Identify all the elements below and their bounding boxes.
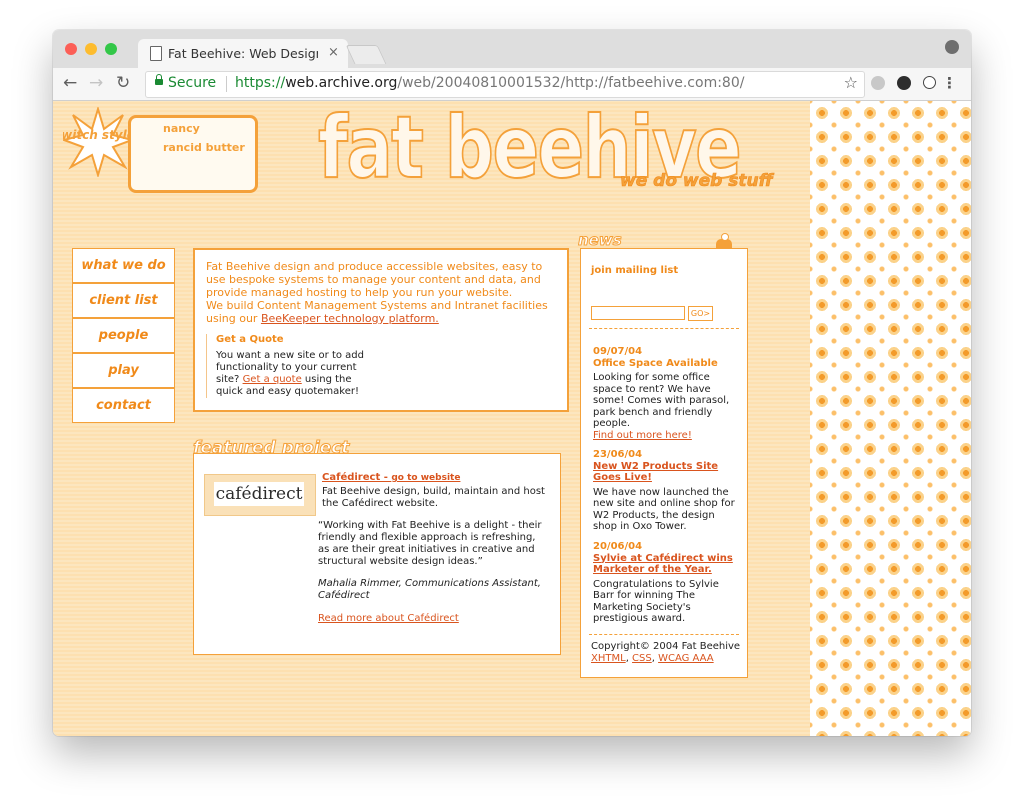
quote-block: Get a Quote You want a new site or to ad…	[206, 334, 376, 398]
news-headline-link[interactable]: New W2 Products Site Goes Live!	[593, 461, 739, 484]
style-option-rancid-butter[interactable]: rancid butter	[163, 141, 245, 154]
get-quote-link[interactable]: Get a quote	[243, 374, 302, 385]
browser-window: Fat Beehive: Web Design - Lon × ← → ↻ Se…	[53, 30, 971, 736]
tab-title: Fat Beehive: Web Design - Lon	[168, 46, 318, 61]
news-divider	[589, 328, 739, 329]
tab-close-icon[interactable]: ×	[328, 45, 339, 60]
intro-text: Fat Beehive design and produce accessibl…	[206, 260, 561, 325]
news-body: Looking for some office space to rent? W…	[593, 372, 730, 429]
intro-panel: Fat Beehive design and produce accessibl…	[193, 248, 569, 412]
new-tab-button[interactable]	[345, 45, 387, 64]
reload-icon[interactable]: ↻	[116, 73, 130, 93]
url-text: https://web.archive.org/web/200408100015…	[235, 75, 744, 91]
wcag-link[interactable]: WCAG AAA	[658, 653, 714, 664]
page-icon	[150, 46, 162, 61]
cafedirect-logo-text: cafédirect	[214, 482, 304, 506]
read-more-link[interactable]: Read more about Cafédirect	[318, 613, 547, 625]
news-headline-link[interactable]: Sylvie at Cafédirect wins Marketer of th…	[593, 553, 739, 576]
mailing-list-label: join mailing list	[591, 265, 679, 276]
flower-pattern	[810, 101, 971, 736]
news-date: 20/06/04	[593, 541, 643, 552]
nav-client-list[interactable]: client list	[72, 283, 175, 318]
url-scheme: https://	[235, 75, 286, 91]
news-more-link[interactable]: Find out more here!	[593, 430, 692, 441]
browser-toolbar: ← → ↻ Secure https://web.archive.org/web…	[53, 68, 971, 101]
secure-label: Secure	[168, 75, 217, 91]
beekeeper-link[interactable]: BeeKeeper technology platform.	[261, 312, 439, 325]
switch-styles-label: switch styles	[63, 128, 133, 142]
testimonial-attribution: Mahalia Rimmer, Communications Assistant…	[318, 578, 541, 601]
menu-icon[interactable]: ⋮	[942, 74, 957, 92]
back-icon[interactable]: ←	[63, 73, 77, 93]
forward-icon[interactable]: →	[89, 73, 103, 93]
news-title: news	[578, 231, 623, 250]
project-description: Fat Beehive design, build, maintain and …	[322, 486, 545, 509]
news-item: 23/06/04 New W2 Products Site Goes Live!…	[593, 449, 739, 533]
news-headline: Office Space Available	[593, 357, 718, 369]
copyright: Copyright© 2004 Fat Beehive XHTML, CSS, …	[591, 641, 741, 664]
cafedirect-logo[interactable]: cafédirect	[204, 474, 316, 516]
switch-styles-starburst-icon[interactable]: switch styles	[63, 107, 133, 177]
address-separator	[226, 76, 227, 92]
news-item: 20/06/04 Sylvie at Cafédirect wins Marke…	[593, 541, 739, 625]
go-to-website-link[interactable]: go to website	[391, 473, 460, 483]
extension-cloud-icon[interactable]	[871, 76, 885, 90]
news-body: Congratulations to Sylvie Barr for winni…	[593, 578, 719, 625]
intro-line1: Fat Beehive design and produce accessibl…	[206, 260, 543, 299]
testimonial: “Working with Fat Beehive is a delight -…	[318, 520, 542, 567]
tab-bar: Fat Beehive: Web Design - Lon ×	[53, 30, 971, 68]
extension-info-icon[interactable]	[923, 76, 936, 89]
web-page: switch styles nancy rancid butter fat be…	[53, 101, 971, 736]
nav-play[interactable]: play	[72, 353, 175, 388]
news-panel: join mailing list GO> 09/07/04 Office Sp…	[580, 248, 748, 678]
featured-project-panel: cafédirect Cafédirect - go to website Fa…	[193, 453, 561, 655]
nav-people[interactable]: people	[72, 318, 175, 353]
css-link[interactable]: CSS	[632, 653, 652, 664]
featured-text: Cafédirect - go to website Fat Beehive d…	[318, 472, 547, 625]
project-name: Cafédirect -	[322, 472, 392, 483]
news-date: 23/06/04	[593, 449, 643, 460]
bookmark-star-icon[interactable]: ☆	[844, 73, 858, 92]
mailing-list-input[interactable]	[591, 306, 685, 320]
lock-icon	[155, 74, 163, 85]
project-title[interactable]: Cafédirect - go to website	[322, 472, 547, 484]
url-host: web.archive.org	[285, 75, 398, 91]
style-option-nancy[interactable]: nancy	[163, 122, 200, 135]
close-window-button[interactable]	[65, 43, 77, 55]
news-item: 09/07/04 Office Space Available Looking …	[593, 346, 739, 441]
nav-contact[interactable]: contact	[72, 388, 175, 423]
tab-fat-beehive[interactable]: Fat Beehive: Web Design - Lon ×	[138, 39, 348, 68]
url-path: /web/20040810001532/http://fatbeehive.co…	[397, 75, 745, 91]
quote-title: Get a Quote	[216, 334, 284, 345]
mailing-go-button[interactable]: GO>	[688, 306, 713, 321]
nav-what-we-do[interactable]: what we do	[72, 248, 175, 283]
site-tagline: we do web stuff	[620, 171, 773, 192]
minimize-window-button[interactable]	[85, 43, 97, 55]
copyright-text: Copyright© 2004 Fat Beehive	[591, 641, 741, 652]
xhtml-link[interactable]: XHTML	[591, 653, 626, 664]
extension-camera-icon[interactable]	[897, 76, 911, 90]
news-date: 09/07/04	[593, 346, 643, 357]
maximize-window-button[interactable]	[105, 43, 117, 55]
profile-icon[interactable]	[945, 40, 959, 54]
address-bar[interactable]: Secure https://web.archive.org/web/20040…	[145, 71, 865, 98]
news-body: We have now launched the new site and on…	[593, 486, 735, 533]
news-divider	[589, 634, 739, 635]
